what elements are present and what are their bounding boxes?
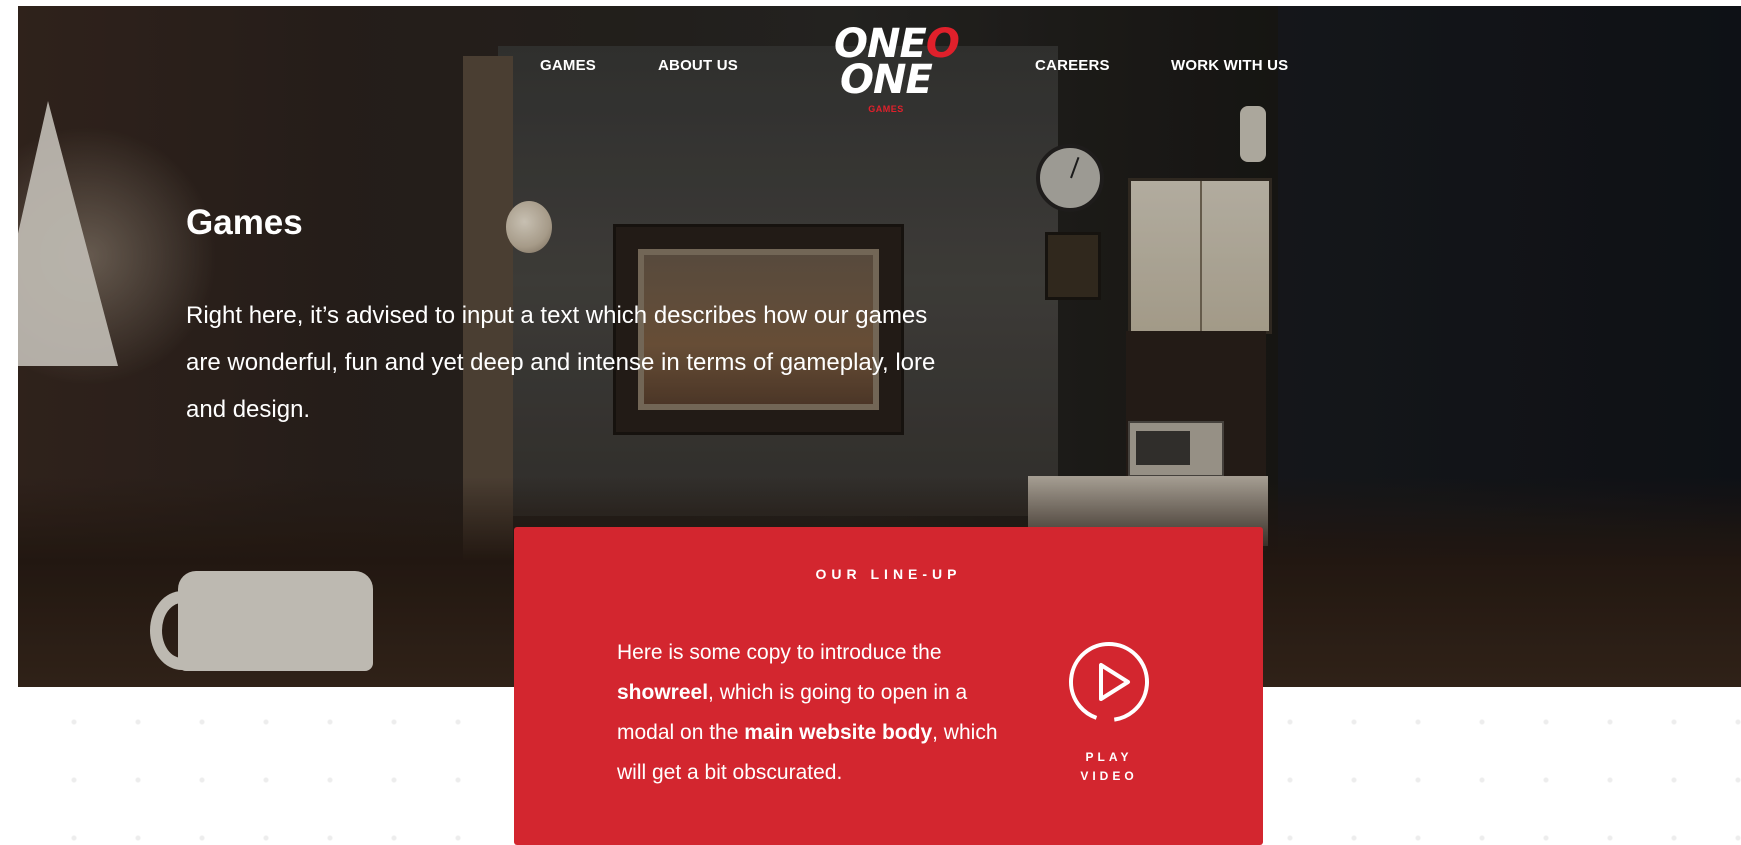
nav-careers-link[interactable]: CAREERS <box>1035 57 1110 74</box>
lineup-text: Here is some copy to introduce the showr… <box>617 641 998 784</box>
page: GAMES ABOUT US ONEO ONE GAMES CAREERS WO… <box>0 0 1741 845</box>
one-o-one-games-logo[interactable]: ONEO ONE GAMES <box>826 24 960 116</box>
play-video-button[interactable] <box>1066 639 1152 725</box>
nav-about-us-link[interactable]: ABOUT US <box>658 57 738 74</box>
lineup-card: OUR LINE-UP Here is some copy to introdu… <box>514 527 1263 845</box>
play-circle-icon <box>1069 642 1149 722</box>
showreel-emphasis: showreel <box>617 681 709 704</box>
logo-subtitle: GAMES <box>868 104 904 114</box>
nav-work-with-us-link[interactable]: WORK WITH US <box>1171 57 1288 74</box>
logo-line-2: ONE <box>840 57 933 103</box>
nav-games-link[interactable]: GAMES <box>540 57 596 74</box>
main-website-body-emphasis: main website body <box>744 721 933 744</box>
lineup-heading: OUR LINE-UP <box>815 566 962 582</box>
play-video-label[interactable]: PLAY VIDEO <box>1054 748 1164 786</box>
page-title: Games <box>186 203 303 242</box>
hero-description: Right here, it’s advised to input a text… <box>186 302 936 423</box>
